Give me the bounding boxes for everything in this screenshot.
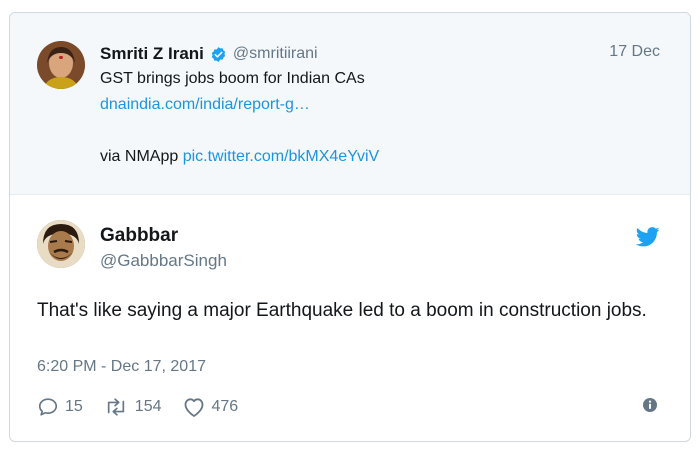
retweet-icon [107, 398, 124, 416]
info-icon[interactable] [642, 397, 658, 413]
tweet-timestamp[interactable]: 6:20 PM - Dec 17, 2017 [37, 358, 206, 376]
like-count: 476 [211, 398, 239, 415]
quoted-author-avatar[interactable] [37, 41, 85, 89]
quoted-tweet-via-line: via NMApp pic.twitter.com/bkMX4eYviV [100, 148, 379, 166]
reply-icon [38, 398, 58, 416]
like-button[interactable]: 476 [182, 396, 239, 418]
quoted-author-name[interactable]: Smriti Z Irani [100, 44, 204, 64]
quoted-tweet[interactable]: Smriti Z Irani @smritiirani 17 Dec GST b… [10, 13, 690, 195]
reply-button[interactable]: 15 [37, 396, 83, 418]
quoted-author-handle[interactable]: @smritiirani [233, 45, 318, 63]
embedded-tweet-card: Smriti Z Irani @smritiirani 17 Dec GST b… [9, 12, 691, 442]
reply-count: 15 [65, 398, 83, 415]
tweet-actions: 15 154 476 [37, 395, 258, 419]
verified-badge-icon [211, 46, 226, 62]
via-label: via NMApp [100, 148, 179, 165]
author-name[interactable]: Gabbbar [100, 225, 178, 247]
pic-link[interactable]: pic.twitter.com/bkMX4eYviV [183, 148, 380, 165]
author-avatar[interactable] [37, 220, 85, 268]
retweet-button[interactable]: 154 [103, 396, 162, 418]
quoted-tweet-link[interactable]: dnaindia.com/india/report-g… [100, 96, 310, 114]
twitter-bird-icon[interactable] [636, 227, 660, 247]
author-handle[interactable]: @GabbbarSingh [100, 251, 227, 271]
tweet-text: That's like saying a major Earthquake le… [37, 300, 647, 321]
heart-icon [184, 398, 203, 417]
quoted-tweet-date[interactable]: 17 Dec [609, 43, 660, 61]
retweet-count: 154 [134, 398, 162, 415]
quoted-author-row: Smriti Z Irani @smritiirani [100, 43, 318, 65]
quoted-tweet-text: GST brings jobs boom for Indian CAs [100, 70, 365, 87]
